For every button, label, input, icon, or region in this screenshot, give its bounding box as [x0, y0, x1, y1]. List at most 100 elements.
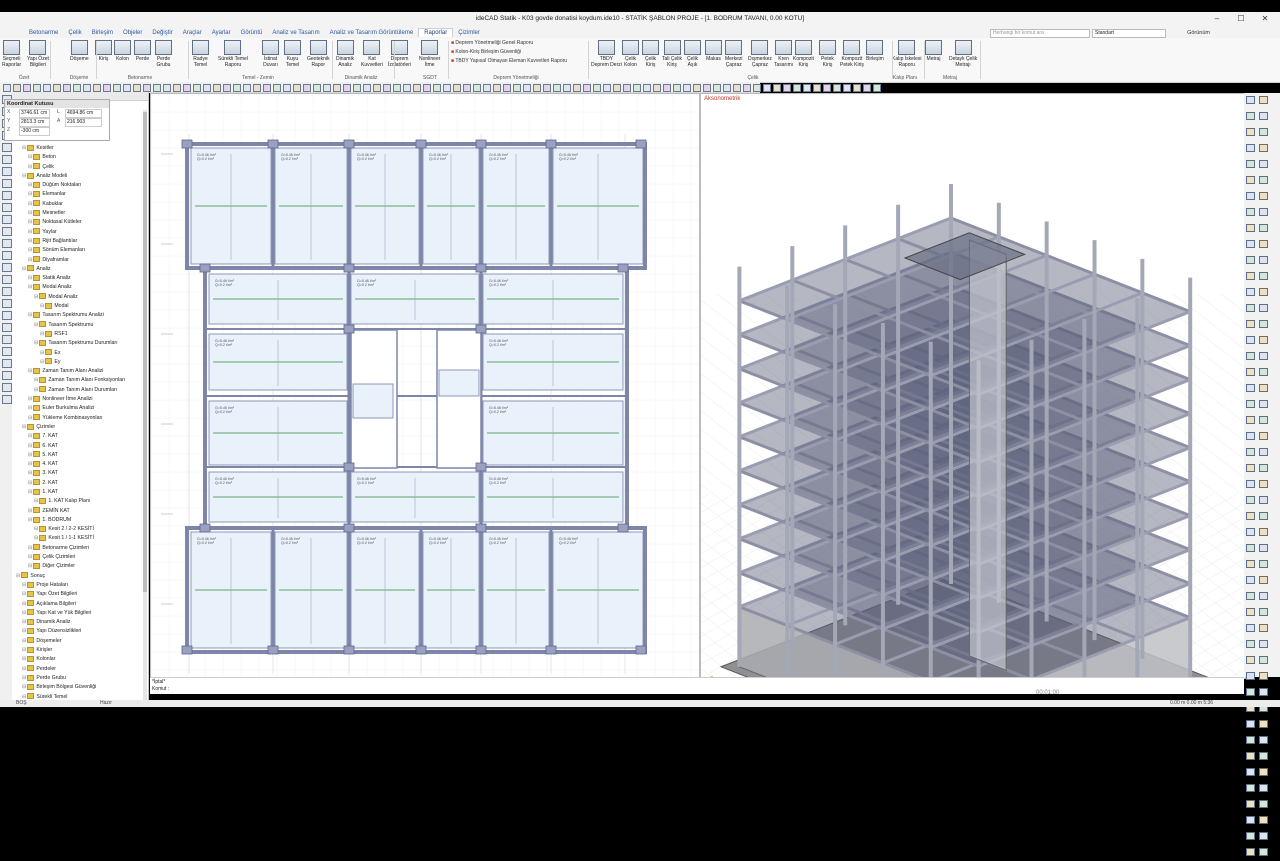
view-tool-icon[interactable]	[1246, 832, 1255, 840]
side-tool-icon[interactable]	[2, 299, 12, 308]
view-tool-icon[interactable]	[1259, 192, 1268, 200]
view-tool-icon[interactable]	[1246, 720, 1255, 728]
ribbon-button[interactable]: Tali Çelik Kiriş	[662, 40, 682, 68]
expand-toggle-icon[interactable]: ⊟	[28, 229, 32, 235]
view-tool-icon[interactable]	[1259, 576, 1268, 584]
tool-icon[interactable]	[363, 84, 371, 92]
view-tool-icon[interactable]	[1246, 800, 1255, 808]
right-tools[interactable]	[1244, 93, 1280, 861]
tree-item[interactable]: ⊟ 5. KAT	[14, 451, 144, 460]
expand-toggle-icon[interactable]: ⊟	[28, 201, 32, 207]
tool-icon[interactable]	[553, 84, 561, 92]
tree-item[interactable]: ⊟ 2. KAT	[14, 479, 144, 488]
view-tool-icon[interactable]	[1246, 112, 1255, 120]
view-tool-icon[interactable]	[1259, 256, 1268, 264]
tool-icon[interactable]	[723, 84, 731, 92]
expand-toggle-icon[interactable]: ⊟	[28, 247, 32, 253]
tree-item[interactable]: ⊟ 4. KAT	[14, 460, 144, 469]
tool-icon[interactable]	[583, 84, 591, 92]
view-tool-icon[interactable]	[1246, 288, 1255, 296]
tree-item[interactable]: ⊟ Kesit 2 / 2-2 KESİTİ	[14, 525, 144, 534]
view-tool-icon[interactable]	[1246, 768, 1255, 776]
view-tool-icon[interactable]	[1246, 272, 1255, 280]
expand-toggle-icon[interactable]: ⊟	[22, 666, 26, 672]
view-tool-icon[interactable]	[1246, 496, 1255, 504]
ribbon-button[interactable]: Detaylı Çelik Metrajı	[949, 40, 977, 68]
menu-item[interactable]: Analiz ve Tasarım	[267, 29, 324, 37]
view-tool-icon[interactable]	[1259, 448, 1268, 456]
side-tool-icon[interactable]	[2, 347, 12, 356]
side-tool-icon[interactable]	[2, 215, 12, 224]
tree-item[interactable]: ⊟ Yaylar	[14, 228, 144, 237]
side-tool-icon[interactable]	[2, 191, 12, 200]
tool-icon[interactable]	[523, 84, 531, 92]
view-tool-icon[interactable]	[1246, 464, 1255, 472]
tool-icon[interactable]	[633, 84, 641, 92]
expand-toggle-icon[interactable]: ⊟	[28, 257, 32, 263]
expand-toggle-icon[interactable]: ⊟	[28, 480, 32, 486]
view-tool-icon[interactable]	[1259, 240, 1268, 248]
expand-toggle-icon[interactable]: ⊟	[16, 573, 20, 579]
tool-icon[interactable]	[403, 84, 411, 92]
expand-toggle-icon[interactable]: ⊟	[28, 405, 32, 411]
tree-item[interactable]: ⊟ Dinamik Analiz	[14, 618, 144, 627]
tree-item[interactable]: ⊟ Tasarım Spektrumu	[14, 321, 144, 330]
tool-icon[interactable]	[683, 84, 691, 92]
view-tool-icon[interactable]	[1259, 400, 1268, 408]
view-tool-icon[interactable]	[1246, 560, 1255, 568]
view-tool-icon[interactable]	[1259, 720, 1268, 728]
view-tool-icon[interactable]	[1259, 288, 1268, 296]
ribbon-button[interactable]: Makas	[705, 40, 722, 62]
expand-toggle-icon[interactable]: ⊟	[28, 368, 32, 374]
tool-icon[interactable]	[863, 84, 871, 92]
ribbon-button[interactable]: Çelik Kiriş	[642, 40, 659, 68]
tool-icon[interactable]	[493, 84, 501, 92]
view-tool-icon[interactable]	[1259, 816, 1268, 824]
tool-icon[interactable]	[693, 84, 701, 92]
expand-toggle-icon[interactable]: ⊟	[22, 173, 26, 179]
tree-item[interactable]: ⊟ Noktasal Kütleler	[14, 218, 144, 227]
view-tool-icon[interactable]	[1246, 736, 1255, 744]
expand-toggle-icon[interactable]: ⊟	[40, 303, 44, 309]
tree-item[interactable]: ⊟ Çizimler	[14, 423, 144, 432]
tool-icon[interactable]	[873, 84, 881, 92]
tool-icon[interactable]	[193, 84, 201, 92]
tool-icon[interactable]	[503, 84, 511, 92]
view-tool-icon[interactable]	[1259, 176, 1268, 184]
view-tool-icon[interactable]	[1246, 240, 1255, 248]
tree-item[interactable]: ⊟ Rijit Bağlantılar	[14, 237, 144, 246]
ribbon-button[interactable]: Kuyu Temel	[284, 40, 301, 68]
tool-icon[interactable]	[33, 84, 41, 92]
view-tool-icon[interactable]	[1259, 624, 1268, 632]
side-tool-icon[interactable]	[2, 203, 12, 212]
tool-icon[interactable]	[753, 84, 761, 92]
tool-icon[interactable]	[273, 84, 281, 92]
ribbon-button[interactable]: Birleşim	[866, 40, 884, 62]
tool-icon[interactable]	[423, 84, 431, 92]
tree-item[interactable]: ⊟ Statik Analiz	[14, 274, 144, 283]
view-tool-icon[interactable]	[1246, 544, 1255, 552]
ribbon-button[interactable]: Kompozit Petek Kiriş	[840, 40, 864, 68]
expand-toggle-icon[interactable]: ⊟	[22, 266, 26, 272]
view-tool-icon[interactable]	[1246, 432, 1255, 440]
tree-item[interactable]: ⊟ Diyaframlar	[14, 256, 144, 265]
view-tool-icon[interactable]	[1246, 528, 1255, 536]
ribbon-button[interactable]: Deprem İzolatörleri	[388, 40, 411, 68]
tool-icon[interactable]	[313, 84, 321, 92]
view-tool-icon[interactable]	[1259, 496, 1268, 504]
expand-toggle-icon[interactable]: ⊟	[22, 619, 26, 625]
tool-icon[interactable]	[733, 84, 741, 92]
expand-toggle-icon[interactable]: ⊟	[22, 601, 26, 607]
ribbon-button[interactable]: Perde Grubu	[155, 40, 172, 68]
tool-icon[interactable]	[213, 84, 221, 92]
expand-toggle-icon[interactable]: ⊟	[22, 647, 26, 653]
side-tool-icon[interactable]	[2, 227, 12, 236]
tool-icon[interactable]	[653, 84, 661, 92]
view-tool-icon[interactable]	[1246, 400, 1255, 408]
tree-item[interactable]: ⊟ ZEMİN KAT	[14, 507, 144, 516]
view-tool-icon[interactable]	[1259, 848, 1268, 856]
expand-toggle-icon[interactable]: ⊟	[40, 359, 44, 365]
menu-item[interactable]: Objeler	[118, 29, 147, 37]
expand-toggle-icon[interactable]: ⊟	[28, 554, 32, 560]
view-tool-icon[interactable]	[1259, 528, 1268, 536]
